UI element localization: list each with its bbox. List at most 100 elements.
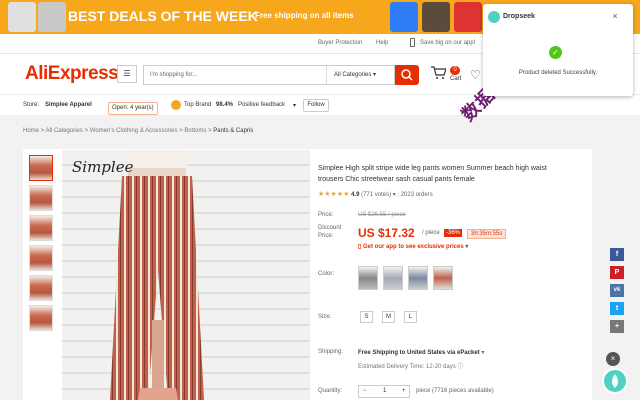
category-select[interactable]: All Categories ▾ <box>326 66 396 84</box>
price-label: Price: <box>318 212 334 218</box>
quantity-input[interactable]: 1 <box>383 386 386 397</box>
size-option-m[interactable]: M <box>382 311 395 323</box>
notification-message: Product deleted Successfully. <box>518 70 598 76</box>
thumbnail[interactable] <box>29 305 53 331</box>
votes-link[interactable]: (771 votes) <box>361 192 391 198</box>
thumbnail[interactable] <box>29 245 53 271</box>
striped-pants-illustration <box>110 150 204 400</box>
color-swatch[interactable] <box>358 266 378 290</box>
top-brand-label: Top Brand <box>184 102 212 108</box>
search-input[interactable]: I'm shopping for... <box>150 72 197 78</box>
top-brand-icon <box>171 100 181 110</box>
banner-product-image <box>8 2 36 32</box>
breadcrumb-home[interactable]: Home <box>23 128 39 134</box>
breadcrumb: Home > All Categories > Women's Clothing… <box>23 128 253 134</box>
more-share-icon[interactable]: + <box>610 320 624 333</box>
cart-icon[interactable] <box>430 66 447 83</box>
quantity-increment-button[interactable]: + <box>402 386 406 397</box>
save-app-link[interactable]: Save big on our app! <box>420 40 475 46</box>
dropseek-drop-icon <box>612 374 618 388</box>
store-label: Store: <box>23 102 40 108</box>
notification-app-name: Dropseek <box>503 13 535 20</box>
chevron-down-icon: ▾ <box>481 350 485 356</box>
per-piece-label: / piece <box>422 230 440 236</box>
banner-product-image <box>454 2 482 32</box>
twitter-share-icon[interactable]: t <box>610 302 624 315</box>
shipping-method-link[interactable]: Free Shipping to United States via ePack… <box>358 349 484 356</box>
color-label: Color: <box>318 271 335 277</box>
feedback-percent: 98.4% <box>216 102 234 108</box>
star-rating-icon: ★★★★★ <box>318 191 350 198</box>
breadcrumb-pants-capris[interactable]: Pants & Capris <box>213 128 253 134</box>
facebook-share-icon[interactable]: f <box>610 248 624 261</box>
discount-badge: -36% <box>444 229 463 237</box>
breadcrumb-all-categories[interactable]: All Categories <box>46 128 83 134</box>
follow-button[interactable]: Follow <box>303 99 329 112</box>
brand-watermark: Simplee <box>72 158 134 176</box>
breadcrumb-womens-clothing[interactable]: Women's Clothing & Accessories <box>90 128 178 134</box>
thumbnail[interactable] <box>29 185 53 211</box>
close-icon[interactable]: × <box>609 10 621 22</box>
search-bar[interactable]: I'm shopping for... All Categories ▾ <box>143 65 395 85</box>
delivery-estimate: Estimated Delivery Time: 12-20 days ⓘ <box>358 361 463 370</box>
dropseek-launcher-button[interactable] <box>602 368 628 394</box>
buyer-protection-link[interactable]: Buyer Protection <box>318 40 362 46</box>
pinterest-share-icon[interactable]: P <box>610 266 624 279</box>
phone-icon <box>410 38 415 47</box>
banner-title: BEST DEALS OF THE WEEK <box>68 8 258 24</box>
quantity-stepper[interactable]: − 1 + <box>358 385 410 398</box>
app-price-text: Get our app to see exclusive prices <box>362 244 464 250</box>
main-product-image[interactable]: Simplee <box>62 150 310 400</box>
store-name-link[interactable]: Simplee Apparel <box>45 102 92 108</box>
color-swatch[interactable] <box>433 266 453 290</box>
close-share-icon[interactable]: × <box>606 352 620 366</box>
color-swatch[interactable] <box>383 266 403 290</box>
help-link[interactable]: Help <box>376 40 388 46</box>
cart-count-badge: 0 <box>450 66 460 75</box>
menu-icon: ☰ <box>123 69 131 78</box>
quantity-label: Quantity: <box>318 388 343 394</box>
size-label: Size: <box>318 314 332 320</box>
quantity-decrement-button[interactable]: − <box>363 386 367 397</box>
rating-value: 4.9 <box>351 192 360 198</box>
search-button[interactable] <box>395 65 419 85</box>
app-price-link[interactable]: ▯ Get our app to see exclusive prices ▾ <box>358 243 468 250</box>
thumbnail[interactable] <box>29 275 53 301</box>
divider: | <box>397 192 400 198</box>
original-price: US $26.55 / piece <box>358 212 406 218</box>
orders-count: 2023 orders <box>400 192 433 198</box>
categories-menu-button[interactable]: ☰ <box>117 65 137 83</box>
store-open-badge: Open: 4 year(s) <box>108 102 158 115</box>
check-icon: ✓ <box>549 46 562 59</box>
color-swatch[interactable] <box>408 266 428 290</box>
phone-icon: ▯ <box>358 244 362 250</box>
dropseek-notification: Dropseek × ✓ Product deleted Successfull… <box>483 4 633 96</box>
product-title: Simplee High split stripe wide leg pants… <box>318 165 547 183</box>
breadcrumb-bottoms[interactable]: Bottoms <box>184 128 206 134</box>
shipping-method-text: Free Shipping to United States via ePack… <box>358 350 480 356</box>
aliexpress-logo[interactable]: AliExpress <box>25 63 119 85</box>
discount-price-label: Discount Price: <box>318 225 342 239</box>
feedback-label: Positive feedback <box>238 102 286 108</box>
banner-subtitle: Free shipping on all items <box>255 11 354 20</box>
size-option-s[interactable]: S <box>360 311 373 323</box>
thumbnail[interactable] <box>29 155 53 181</box>
chevron-down-icon: ▾ <box>465 244 469 250</box>
size-option-l[interactable]: L <box>404 311 417 323</box>
shipping-label: Shipping: <box>318 349 344 355</box>
category-select-value: All Categories <box>334 72 372 78</box>
vk-share-icon[interactable]: vk <box>610 284 624 297</box>
chevron-down-icon: ▾ <box>373 72 377 78</box>
breadcrumb-separator: > <box>179 128 183 134</box>
heart-icon[interactable]: ♡ <box>470 68 481 82</box>
thumbnail[interactable] <box>29 215 53 241</box>
pieces-available: piece (7716 pieces available) <box>416 388 494 394</box>
breadcrumb-separator: > <box>84 128 89 134</box>
banner-product-image <box>390 2 418 32</box>
thumbnail-list <box>29 155 53 335</box>
search-icon <box>401 69 413 81</box>
banner-product-image <box>38 2 66 32</box>
store-info-bar: Store: Simplee Apparel Open: 4 year(s) T… <box>0 94 640 116</box>
cart-label[interactable]: Cart <box>450 76 461 82</box>
discount-price: US $17.32 <box>358 226 415 240</box>
